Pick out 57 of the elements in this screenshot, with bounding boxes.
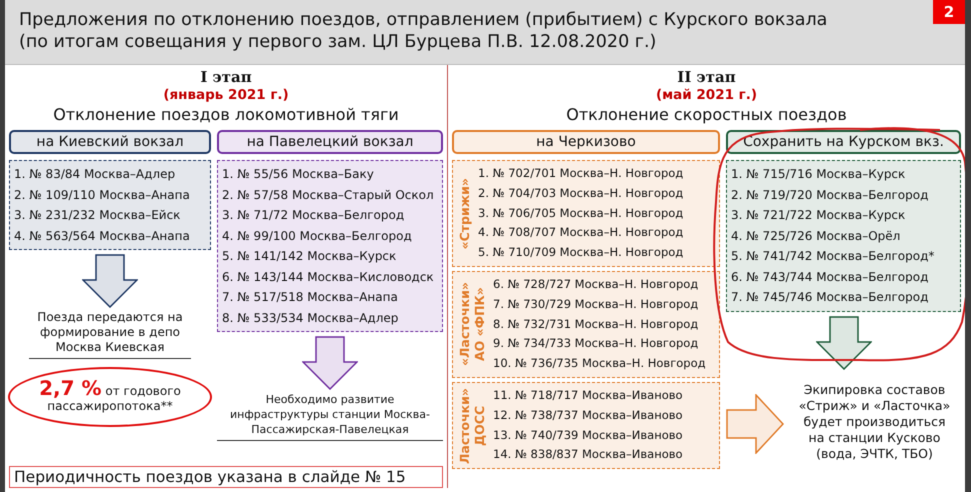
train-entry: 1. № 83/84 Москва–Адлер (14, 166, 176, 183)
note-text: Необходимо развитие инфраструктуры станции Москва-Пассажирская-Павелецкая (217, 390, 443, 441)
group-label: Ласточки» ДОСС (457, 388, 487, 464)
train-entry: 1. № 715/716 Москва–Курск (731, 166, 906, 183)
column-header: Сохранить на Курском вкз. (726, 130, 961, 154)
train-entry: 3. № 706/705 Москва–Н. Новгород (478, 204, 684, 222)
train-entry: 13. № 740/739 Москва–Иваново (493, 426, 684, 444)
train-entry: 5. № 141/142 Москва–Курск (222, 248, 398, 265)
train-entry: 2. № 719/720 Москва–Белгород (731, 186, 930, 204)
train-entry: 4. № 99/100 Москва–Белгород (222, 228, 413, 244)
slide-number-badge: 2 (933, 0, 965, 24)
train-entry: 12. № 738/737 Москва–Иваново (493, 406, 684, 424)
stage-subtitle: Отклонение поездов локомотивной тяги (53, 104, 399, 126)
down-arrow-icon (302, 336, 358, 390)
train-entry: 7. № 517/518 Москва–Анапа (222, 289, 399, 306)
stage-subtitle: Отклонение скоростных поездов (566, 104, 847, 126)
train-entry: 3. № 231/232 Москва–Ейск (14, 207, 182, 224)
train-entry: 1. № 55/56 Москва–Баку (222, 166, 375, 183)
train-entry: 5. № 741/742 Москва–Белгород* (731, 248, 936, 265)
train-entry: 5. № 710/709 Москва–Н. Новгород (478, 244, 684, 262)
down-arrow-icon (816, 316, 872, 370)
train-entry: 3. № 71/72 Москва–Белгород (222, 207, 406, 224)
train-entry: 2. № 109/110 Москва–Анапа (14, 186, 191, 204)
note-text: Поезда передаются на формирование в депо Москва Киевская (29, 308, 191, 359)
train-entry: 8. № 732/731 Москва–Н. Новгород (493, 316, 700, 333)
stage-period: (январь 2021 г.) (163, 86, 289, 104)
train-entry: 6. № 743/744 Москва–Белгород (731, 268, 930, 286)
down-arrow-icon (82, 254, 138, 308)
train-entry: 9. № 734/733 Москва–Н. Новгород (493, 335, 700, 352)
train-entry: 6. № 728/727 Москва–Н. Новгород (493, 276, 700, 293)
train-entry: 8. № 533/534 Москва–Адлер (222, 310, 400, 326)
note-text: Экипировка составов «Стриж» и «Ласточка» будет производиться на станции Кусково (вода, ЭЧТК, ТБО) (798, 382, 952, 462)
group-label: «Стрижи» (457, 178, 472, 250)
group-label: «Ласточки» АО «ФПК» (457, 282, 487, 366)
train-entry: 4. № 725/726 Москва–Орёл (731, 228, 902, 244)
stage-period: (май 2021 г.) (656, 86, 758, 104)
passenger-share-text: 2,7 % от годового пассажиропотока** (38, 380, 182, 414)
stage-heading: II этап (677, 68, 736, 86)
train-entry: 10. № 736/735 Москва–Н. Новгород (493, 355, 707, 372)
footnote-box: Периодичность поездов указана в слайде № 15 (9, 466, 443, 488)
train-entry: 2. № 57/58 Москва–Старый Оскол (222, 186, 435, 204)
slide-title: Предложения по отклонению поездов, отправлением (прибытием) с Курского вокзала (по итогам совещания у первого зам. ЦЛ Бурцева П.В. 12.08.2020 г.) (18, 9, 828, 53)
train-entry: 7. № 730/729 Москва–Н. Новгород (493, 296, 700, 313)
train-entry: 4. № 708/707 Москва–Н. Новгород (478, 224, 684, 242)
train-entry: 3. № 721/722 Москва–Курск (731, 207, 906, 224)
train-entry: 4. № 563/564 Москва–Анапа (14, 228, 191, 244)
train-entry: 14. № 838/837 Москва–Иваново (493, 446, 684, 464)
stage-heading: I этап (200, 68, 252, 86)
train-entry: 7. № 745/746 Москва–Белгород (731, 289, 930, 306)
column-header: на Черкизово (452, 130, 720, 154)
right-arrow-icon (726, 394, 784, 454)
column-header: на Киевский вокзал (9, 130, 211, 154)
train-entry: 6. № 143/144 Москва–Кисловодск (222, 268, 435, 286)
train-entry: 2. № 704/703 Москва–Н. Новгород (478, 184, 684, 202)
train-entry: 11. № 718/717 Москва–Иваново (493, 386, 684, 404)
column-header: на Павелецкий вокзал (217, 130, 443, 154)
train-entry: 1. № 702/701 Москва–Н. Новгород (478, 165, 684, 182)
